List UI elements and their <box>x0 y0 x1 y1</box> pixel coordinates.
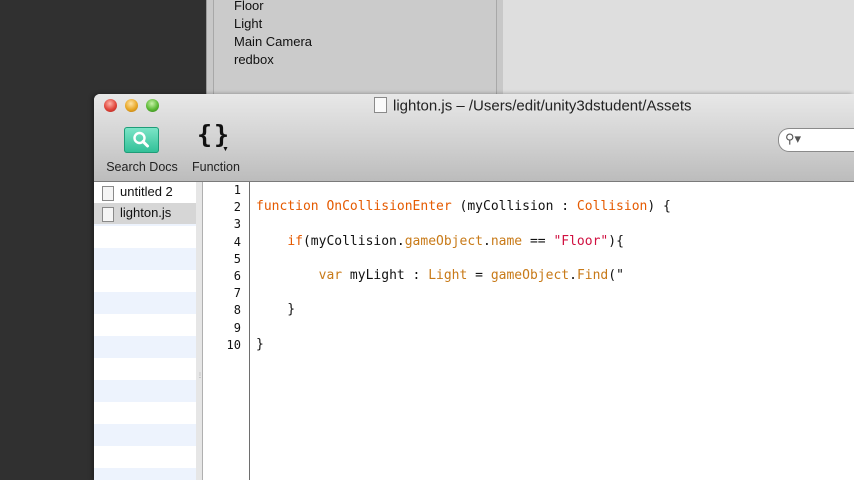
code-token: function <box>256 199 319 215</box>
hierarchy-panel: Floor Light Main Camera redbox <box>206 0 505 96</box>
hierarchy-item-redbox[interactable]: redbox <box>234 52 274 67</box>
braces-icon: {} <box>197 120 232 149</box>
function-menu-button[interactable]: {} ▼ Function <box>188 120 244 176</box>
hierarchy-list: Floor Light Main Camera redbox <box>213 0 497 96</box>
line-number: 7 <box>233 286 241 301</box>
file-name: lighton.js <box>120 205 172 220</box>
search-docs-label: Search Docs <box>106 160 178 174</box>
code-token: (myCollision. <box>302 233 405 249</box>
code-line: function OnCollisionEnter (myCollision :… <box>256 199 671 214</box>
line-number: 9 <box>233 320 241 335</box>
line-number-gutter: 1 2 3 4 5 6 7 8 9 10 <box>203 182 250 480</box>
sidebar-file-lighton-js[interactable]: lighton.js <box>94 203 196 224</box>
line-number: 2 <box>233 200 241 215</box>
minimize-button[interactable] <box>125 99 138 112</box>
code-token: "Floor" <box>553 233 609 249</box>
code-token: } <box>256 336 264 352</box>
sidebar-splitter[interactable]: ⋮ <box>196 182 203 480</box>
hierarchy-item-light[interactable]: Light <box>234 16 262 31</box>
code-token: == <box>522 233 554 249</box>
code-token: (myCollision : <box>451 199 577 215</box>
search-field[interactable]: ⚲▾ <box>778 128 854 152</box>
code-token: Light <box>428 268 468 283</box>
code-line: var myLight : Light = gameObject.Find(" <box>256 268 624 283</box>
function-label: Function <box>192 160 240 174</box>
sidebar-file-untitled-2[interactable]: untitled 2 <box>94 182 196 203</box>
window-toolbar: lighton.js – /Users/edit/unity3dstudent/… <box>94 94 854 182</box>
code-editor[interactable]: function OnCollisionEnter (myCollision :… <box>250 182 854 480</box>
file-name: untitled 2 <box>120 184 173 199</box>
code-token: . <box>569 268 577 283</box>
zoom-icon <box>146 99 159 112</box>
code-line: } <box>256 302 295 317</box>
file-sidebar: untitled 2 lighton.js <box>94 182 197 480</box>
line-number: 5 <box>233 251 241 266</box>
code-token: var <box>318 268 343 283</box>
background-panel <box>503 0 854 96</box>
dropdown-caret-icon: ▼ <box>222 146 229 153</box>
code-token: if <box>287 233 303 249</box>
code-token: } <box>256 302 296 318</box>
search-docs-button[interactable]: Search Docs <box>102 124 182 176</box>
code-token: Collision <box>576 199 648 215</box>
line-number: 4 <box>233 234 241 249</box>
code-token: ) { <box>647 199 671 215</box>
close-button[interactable] <box>104 99 117 112</box>
document-icon <box>374 96 387 113</box>
line-number: 6 <box>233 269 241 283</box>
minimize-icon <box>125 99 138 112</box>
code-token: . <box>483 233 491 249</box>
code-token: gameObject <box>490 268 570 283</box>
code-token: Find <box>576 268 609 283</box>
line-number: 1 <box>233 183 241 197</box>
close-icon <box>104 99 117 112</box>
window-title: lighton.js – /Users/edit/unity3dstudent/… <box>393 97 692 115</box>
code-token: (" <box>608 268 624 283</box>
search-icon: ⚲▾ <box>785 131 802 146</box>
line-number: 10 <box>226 337 241 352</box>
line-number: 8 <box>233 303 241 318</box>
search-icon <box>124 127 159 153</box>
document-icon <box>102 207 114 222</box>
script-editor-window: lighton.js – /Users/edit/unity3dstudent/… <box>94 94 854 480</box>
code-token: ){ <box>608 233 624 249</box>
unsaved-script-icon <box>102 186 114 201</box>
code-token: myLight : <box>342 268 429 283</box>
zoom-button[interactable] <box>146 99 159 112</box>
code-token: gameObject <box>404 233 483 249</box>
code-token: = <box>467 268 491 283</box>
code-line: } <box>256 337 264 352</box>
window-title-bar: lighton.js – /Users/edit/unity3dstudent/… <box>374 96 692 115</box>
resize-grip-icon: ⋮ <box>197 373 203 379</box>
hierarchy-item-floor[interactable]: Floor <box>234 0 264 13</box>
line-number: 3 <box>233 217 241 232</box>
code-line: if(myCollision.gameObject.name == "Floor… <box>256 234 624 249</box>
code-token: OnCollisionEnter <box>326 199 452 215</box>
hierarchy-item-main-camera[interactable]: Main Camera <box>234 34 312 49</box>
code-token: name <box>490 233 523 249</box>
